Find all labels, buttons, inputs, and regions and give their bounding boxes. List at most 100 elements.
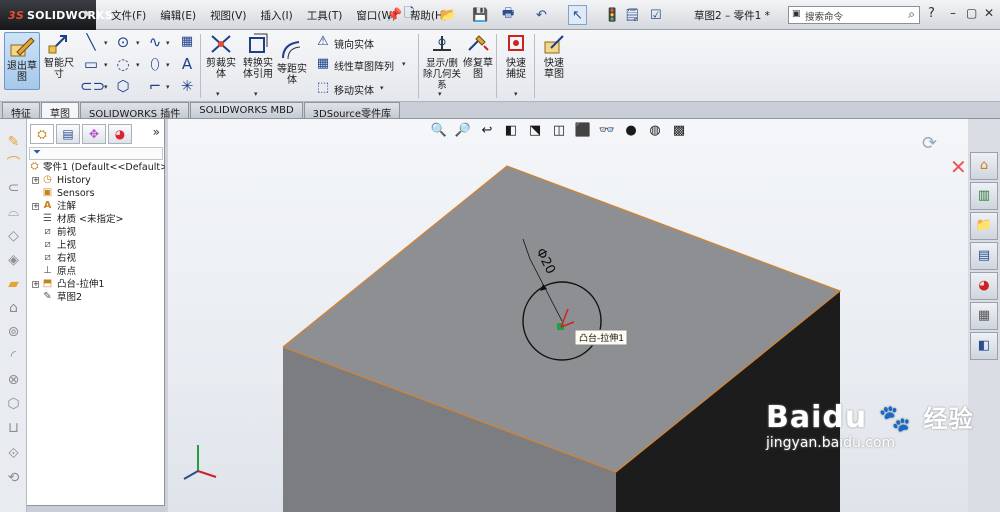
tree-filter[interactable]: ⏷ <box>29 147 163 160</box>
rebuild-icon[interactable]: 🚦 <box>604 5 620 25</box>
polygon-icon[interactable]: ⬡ <box>112 76 134 96</box>
menu-insert[interactable]: 插入(I) <box>253 8 299 23</box>
tab-3dsource[interactable]: 3DSource零件库 <box>303 102 401 120</box>
confirm-corner-icon[interactable]: ⟳ <box>922 133 937 154</box>
tree-item-annotations[interactable]: + A 注解 <box>29 200 165 213</box>
move-entities-icon[interactable]: ⬚ <box>312 78 334 98</box>
relations-dropdown-icon[interactable]: ▾ <box>438 90 442 98</box>
slot-dropdown-icon[interactable]: ▾ <box>104 83 108 91</box>
point-icon[interactable]: ✳ <box>176 76 198 96</box>
search-input[interactable]: ▣ 搜索命令 ⌕ <box>788 6 920 24</box>
graphics-area[interactable]: 🔍 🔎 ↩ ◧ ⬔ ◫ ⬛ 👓 ● ◍ ▩ ▢ ▭ ▣ ✕ Φ20 凸台-拉伸1 <box>168 119 968 512</box>
forum-icon[interactable]: ◧ <box>970 332 998 360</box>
rapid-sketch-button[interactable]: 快速草图 <box>538 32 570 80</box>
fillet-feature-icon[interactable]: ◜ <box>5 349 22 364</box>
line-dropdown-icon[interactable]: ▾ <box>104 39 108 47</box>
move-label[interactable]: 移动实体 <box>334 82 374 97</box>
undo-icon[interactable]: ↶ <box>536 5 547 25</box>
quick-snaps-button[interactable]: 快速捕捉 <box>500 32 532 80</box>
configuration-manager-tab-icon[interactable]: ✥ <box>82 124 106 144</box>
tree-item-front-plane[interactable]: ⧄ 前视 <box>29 226 165 239</box>
tab-sketch[interactable]: 草图 <box>41 102 79 120</box>
grid-display-icon[interactable]: ▦ <box>176 32 198 52</box>
display-manager-tab-icon[interactable]: ◕ <box>108 124 132 144</box>
tree-item-sketch2[interactable]: ✎ 草图2 <box>29 291 165 304</box>
linear-pattern-icon[interactable]: ▦ <box>312 54 334 74</box>
print-icon[interactable]: 🖶 <box>502 5 514 25</box>
new-document-icon[interactable]: 🗋 <box>404 5 414 25</box>
tree-item-origin[interactable]: ⊥ 原点 <box>29 265 165 278</box>
ellipse-icon[interactable]: ⬯ <box>144 54 166 74</box>
menu-view[interactable]: 视图(V) <box>203 8 253 23</box>
tab-solidworks-addins[interactable]: SOLIDWORKS 插件 <box>80 102 190 120</box>
tree-item-sensors[interactable]: ▣ Sensors <box>29 187 165 200</box>
close-icon[interactable]: ✕ <box>984 6 994 20</box>
menu-file[interactable]: 文件(F) <box>104 8 153 23</box>
pattern-icon[interactable]: ⊗ <box>5 373 22 388</box>
linear-pattern-dropdown-icon[interactable]: ▾ <box>402 60 406 68</box>
slot-icon[interactable]: ⊂⊃ <box>80 76 105 96</box>
rectangle-icon[interactable]: ▭ <box>80 54 102 74</box>
circle-dropdown-icon[interactable]: ▾ <box>136 39 140 47</box>
expand-icon[interactable]: + <box>32 177 39 184</box>
tree-item-right-plane[interactable]: ⧄ 右视 <box>29 252 165 265</box>
tree-item-top-plane[interactable]: ⧄ 上视 <box>29 239 165 252</box>
feature-manager-tab-icon[interactable]: ⛭ <box>30 124 54 144</box>
cancel-corner-icon[interactable]: ✕ <box>950 155 967 179</box>
quick-snaps-dropdown-icon[interactable]: ▾ <box>514 90 518 98</box>
smart-dimension-button[interactable]: 智能尺寸 <box>42 32 76 80</box>
spline-dropdown-icon[interactable]: ▾ <box>166 39 170 47</box>
options-icon[interactable]: ☑ <box>650 5 662 25</box>
trim-dropdown-icon[interactable]: ▾ <box>216 90 220 98</box>
save-icon[interactable]: 💾 <box>472 5 488 25</box>
sweep-icon[interactable]: ⌓ <box>5 205 22 220</box>
solidworks-resources-icon[interactable]: ⌂ <box>970 152 998 180</box>
rib-icon[interactable]: ⬡ <box>5 397 22 412</box>
move-dropdown-icon[interactable]: ▾ <box>380 84 384 92</box>
trim-entities-button[interactable]: 剪裁实体 <box>204 32 238 80</box>
mirror-icon[interactable]: ⚠ <box>312 32 334 52</box>
tree-item-material[interactable]: ☰ 材质 <未指定> <box>29 213 165 226</box>
solidworks-logo[interactable]: 3S SOLIDWORKS ▶ <box>0 0 113 30</box>
property-manager-tab-icon[interactable]: ▤ <box>56 124 80 144</box>
select-cursor-icon[interactable]: ↖ <box>568 5 587 25</box>
linear-pattern-label[interactable]: 线性草图阵列 <box>334 58 394 73</box>
shell-icon[interactable]: ⊔ <box>5 421 22 436</box>
extrude-boss-icon[interactable]: ⌒ <box>5 157 22 172</box>
search-icon[interactable]: ⌕ <box>908 7 915 22</box>
view-palette-icon[interactable]: ▤ <box>970 242 998 270</box>
tree-item-boss-extrude1[interactable]: + ⬒ 凸台-拉伸1 <box>29 278 165 291</box>
menu-tools[interactable]: 工具(T) <box>300 8 350 23</box>
convert-dropdown-icon[interactable]: ▾ <box>254 90 258 98</box>
tree-item-history[interactable]: + ◷ History <box>29 174 165 187</box>
arc-dropdown-icon[interactable]: ▾ <box>136 61 140 69</box>
expand-icon[interactable]: + <box>32 281 39 288</box>
menu-edit[interactable]: 编辑(E) <box>153 8 203 23</box>
revolve-icon[interactable]: ⊂ <box>5 181 22 196</box>
mirror-label[interactable]: 镜向实体 <box>334 36 374 51</box>
expand-icon[interactable]: + <box>32 203 39 210</box>
curves-icon[interactable]: ⟲ <box>5 471 22 486</box>
rectangle-dropdown-icon[interactable]: ▾ <box>104 61 108 69</box>
restore-icon[interactable]: ▢ <box>966 6 977 20</box>
file-explorer-icon[interactable]: 📁 <box>970 212 998 240</box>
boundary-icon[interactable]: ◈ <box>5 253 22 268</box>
custom-properties-icon[interactable]: ▦ <box>970 302 998 330</box>
text-tool-icon[interactable]: A <box>176 54 198 74</box>
open-folder-icon[interactable]: 📂 <box>440 5 456 25</box>
revolved-cut-icon[interactable]: ⌂ <box>5 301 22 316</box>
exit-sketch-button[interactable]: 退出草图 <box>4 32 40 90</box>
model-tabs-bar[interactable] <box>27 505 165 512</box>
loft-icon[interactable]: ◇ <box>5 229 22 244</box>
hole-wizard-icon[interactable]: ⊚ <box>5 325 22 340</box>
edit-sketch-icon[interactable]: ✎ <box>5 135 22 150</box>
appearances-icon[interactable]: ◕ <box>970 272 998 300</box>
expand-panel-icon[interactable]: » <box>153 125 160 139</box>
minimize-icon[interactable]: – <box>950 6 956 20</box>
fillet-dropdown-icon[interactable]: ▾ <box>166 83 170 91</box>
file-properties-icon[interactable]: 🗒 <box>624 5 641 25</box>
line-icon[interactable]: ╲ <box>80 32 102 52</box>
spline-icon[interactable]: ∿ <box>144 32 166 52</box>
display-relations-button[interactable]: 显示/删除几何关系 <box>422 32 462 91</box>
reference-geometry-icon[interactable]: ⟐ <box>5 447 22 462</box>
